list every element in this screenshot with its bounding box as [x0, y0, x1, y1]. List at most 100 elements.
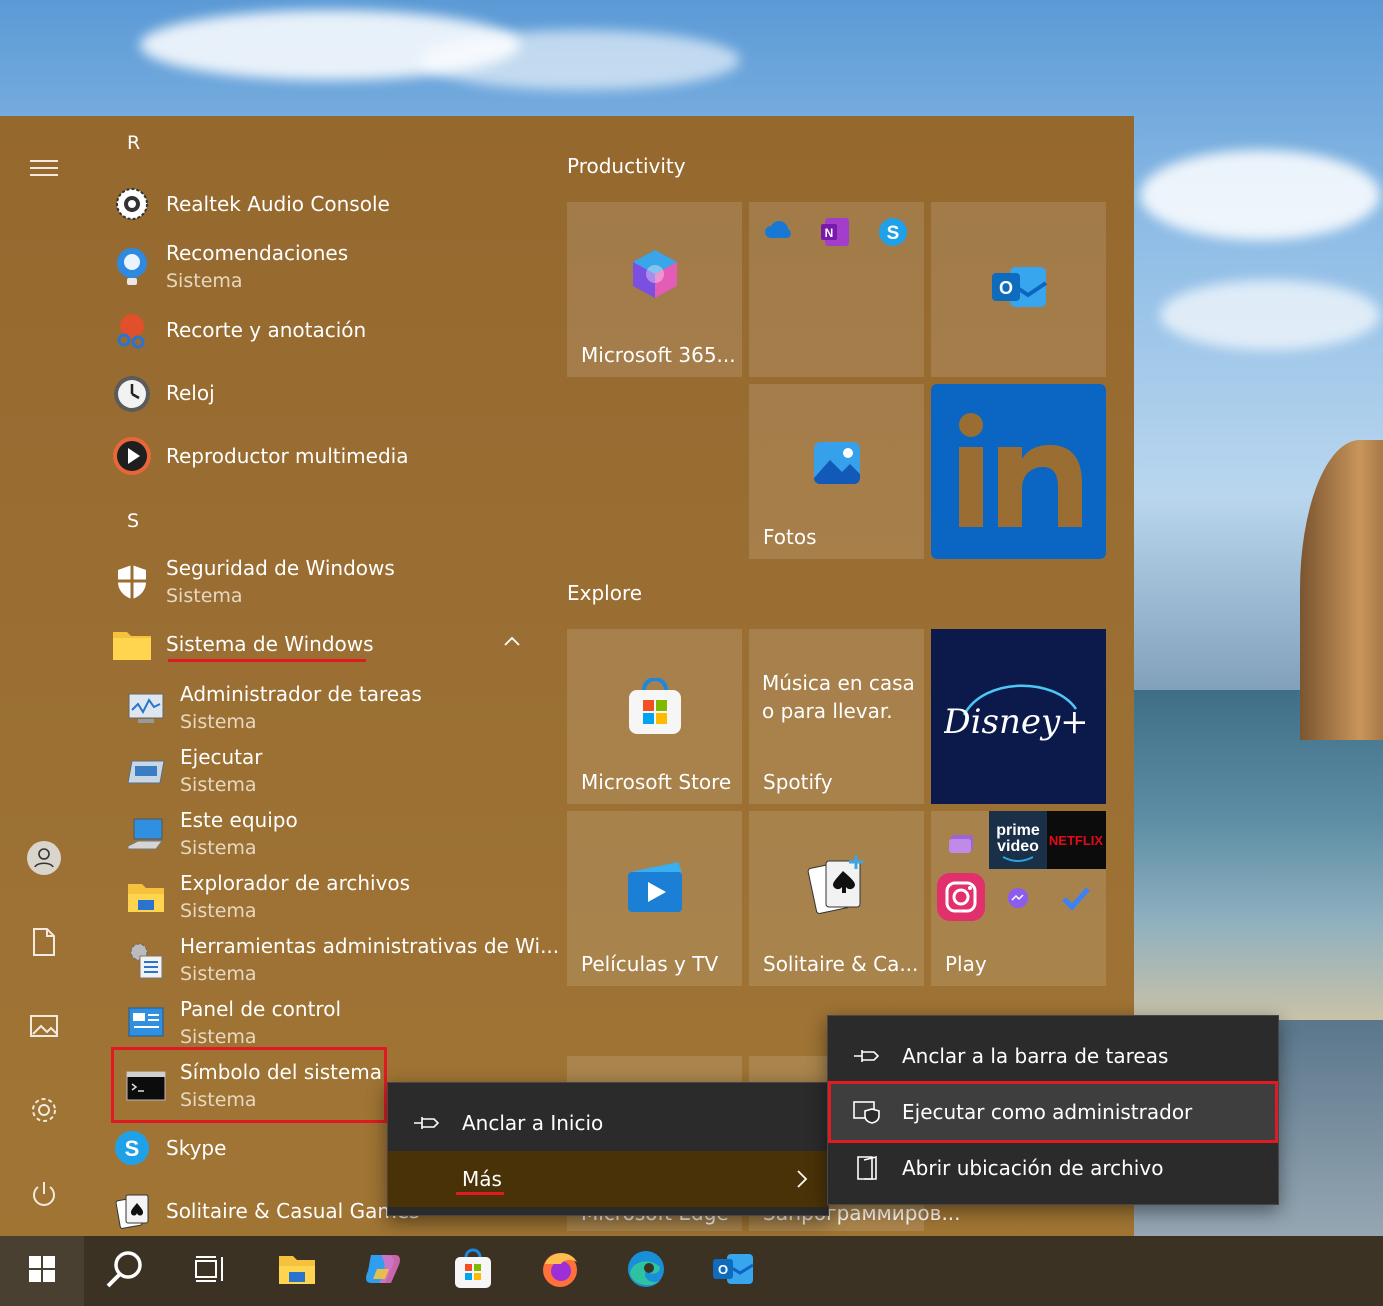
- clipchamp-icon: [945, 829, 977, 861]
- tile-linkedin[interactable]: [931, 384, 1106, 559]
- app-seguridad-de-windows[interactable]: Seguridad de Windows Sistema: [110, 554, 395, 610]
- svg-text:video: video: [997, 838, 1039, 855]
- settings-gear-icon[interactable]: [26, 1092, 62, 1128]
- media-player-icon: [110, 434, 154, 478]
- app-subtitle: Sistema: [180, 963, 257, 985]
- app-name: Recomendaciones: [166, 241, 349, 265]
- svg-text:S: S: [125, 1136, 140, 1161]
- svg-text:prime: prime: [996, 822, 1040, 839]
- app-reloj[interactable]: Reloj: [110, 365, 215, 421]
- pin-icon: [410, 1114, 444, 1132]
- tile-microsoft-store[interactable]: Microsoft Store: [567, 629, 742, 804]
- menu-item-anclar-a-inicio[interactable]: Anclar a Inicio: [388, 1095, 828, 1151]
- group-title-explore[interactable]: Explore: [567, 581, 642, 605]
- tile-solitaire[interactable]: Solitaire & Ca...: [749, 811, 924, 986]
- app-name: Recorte y anotación: [166, 318, 367, 342]
- search-button[interactable]: [98, 1244, 152, 1298]
- tile-outlook[interactable]: O: [931, 202, 1106, 377]
- taskbar-copilot[interactable]: [356, 1244, 410, 1298]
- documents-icon[interactable]: [26, 924, 62, 960]
- tile-disney-plus[interactable]: Disney+: [931, 629, 1106, 804]
- task-view-icon: [192, 1254, 226, 1288]
- section-letter-s[interactable]: S: [127, 510, 139, 532]
- app-este-equipo[interactable]: Este equipo Sistema: [124, 806, 298, 862]
- computer-icon: [124, 812, 168, 856]
- app-name: Reloj: [166, 381, 215, 405]
- app-recomendaciones[interactable]: Recomendaciones Sistema: [110, 239, 348, 295]
- outlook-icon: O: [988, 263, 1050, 317]
- control-panel-icon: [124, 1001, 168, 1045]
- app-explorador-de-archivos[interactable]: Explorador de archivos Sistema: [124, 869, 410, 925]
- onenote-icon: N: [819, 216, 851, 252]
- collapse-chevron-up-icon[interactable]: [500, 630, 524, 654]
- app-reproductor-multimedia[interactable]: Reproductor multimedia: [110, 428, 408, 484]
- svg-text:Disney+: Disney+: [944, 702, 1089, 742]
- app-administrador-de-tareas[interactable]: Administrador de tareas Sistema: [124, 680, 422, 736]
- hamburger-menu-icon[interactable]: [26, 150, 62, 186]
- section-letter-r[interactable]: R: [127, 132, 140, 154]
- shield-icon: [110, 560, 154, 604]
- app-subtitle: Sistema: [180, 711, 257, 733]
- app-ejecutar[interactable]: Ejecutar Sistema: [124, 743, 263, 799]
- tile-folder-play[interactable]: prime video NETFLIX Play: [931, 811, 1106, 986]
- snipping-tool-icon: [110, 308, 154, 352]
- pictures-icon[interactable]: [26, 1008, 62, 1044]
- microsoft-store-icon: [626, 676, 684, 742]
- tile-peliculas-y-tv[interactable]: Películas y TV: [567, 811, 742, 986]
- app-name: Seguridad de Windows: [166, 556, 395, 580]
- tile-spotify[interactable]: Música en casa o para llevar. Spotify: [749, 629, 924, 804]
- power-icon[interactable]: [26, 1176, 62, 1212]
- app-name: Sistema de Windows: [166, 632, 374, 656]
- menu-item-anclar-a-la-barra-de-tareas[interactable]: Anclar a la barra de tareas: [828, 1028, 1278, 1084]
- taskbar-edge[interactable]: [619, 1244, 673, 1298]
- app-recorte-y-anotacion[interactable]: Recorte y anotación: [110, 302, 366, 358]
- app-name: Solitaire & Casual Games: [166, 1199, 420, 1223]
- tile-label: Spotify: [763, 770, 833, 794]
- group-title-productivity[interactable]: Productivity: [567, 154, 686, 178]
- edge-icon: [625, 1248, 667, 1294]
- solitaire-cards-icon: [804, 853, 870, 923]
- menu-item-mas[interactable]: Más: [388, 1151, 828, 1207]
- user-account-icon[interactable]: [26, 840, 62, 876]
- microsoft-store-icon: [453, 1248, 493, 1294]
- app-name: Realtek Audio Console: [166, 192, 390, 216]
- app-realtek-audio-console[interactable]: Realtek Audio Console: [110, 176, 390, 232]
- photos-icon: [810, 438, 864, 492]
- app-herramientas-administrativas[interactable]: Herramientas administrativas de Wi... Sis…: [124, 932, 559, 988]
- app-name: Administrador de tareas: [180, 682, 422, 706]
- clock-icon: [110, 371, 154, 415]
- instagram-icon: [935, 871, 987, 927]
- menu-item-abrir-ubicacion-de-archivo[interactable]: Abrir ubicación de archivo: [828, 1140, 1278, 1196]
- menu-item-label: Más: [462, 1167, 502, 1191]
- open-file-location-icon: [850, 1154, 884, 1182]
- context-menu: Anclar a Inicio Más: [387, 1082, 829, 1216]
- task-view-button[interactable]: [182, 1244, 236, 1298]
- start-button[interactable]: [0, 1236, 84, 1306]
- svg-text:O: O: [998, 278, 1012, 298]
- svg-text:S: S: [887, 223, 900, 244]
- tile-label: Microsoft Store: [581, 770, 732, 794]
- taskbar-microsoft-store[interactable]: [446, 1244, 500, 1298]
- taskbar-file-explorer[interactable]: [270, 1244, 324, 1298]
- tile-microsoft-365[interactable]: Microsoft 365...: [567, 202, 742, 377]
- search-icon: [104, 1248, 146, 1294]
- app-subtitle: Sistema: [166, 585, 243, 607]
- svg-text:N: N: [825, 226, 834, 240]
- admin-tools-icon: [124, 938, 168, 982]
- app-name: Este equipo: [180, 808, 298, 832]
- onedrive-icon: [763, 220, 795, 244]
- taskbar-firefox[interactable]: [533, 1244, 587, 1298]
- copilot-icon: [363, 1249, 403, 1293]
- app-panel-de-control[interactable]: Panel de control Sistema: [124, 995, 341, 1051]
- task-manager-icon: [124, 686, 168, 730]
- app-solitaire-casual-games[interactable]: Solitaire & Casual Games: [110, 1183, 420, 1239]
- folder-sistema-de-windows[interactable]: Sistema de Windows: [110, 616, 374, 672]
- folder-icon: [110, 622, 154, 666]
- tile-fotos[interactable]: Fotos: [749, 384, 924, 559]
- tile-folder-office-apps[interactable]: N S: [749, 202, 924, 377]
- app-skype[interactable]: S Skype: [110, 1120, 226, 1176]
- solitaire-cards-icon: [110, 1189, 154, 1233]
- tile-label: Play: [945, 952, 987, 976]
- taskbar-outlook[interactable]: O: [706, 1244, 760, 1298]
- app-name: Herramientas administrativas de Wi...: [180, 934, 560, 958]
